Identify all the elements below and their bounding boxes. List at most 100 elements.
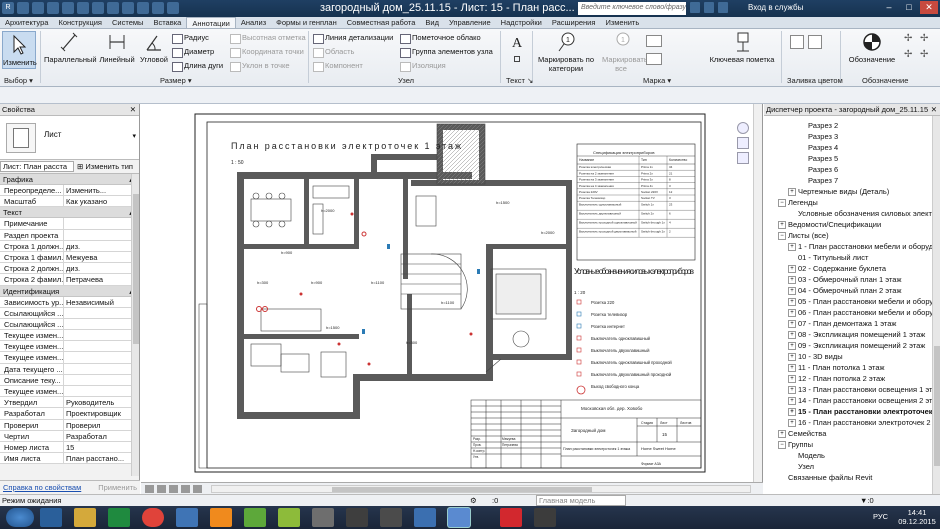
- browser-item[interactable]: +06 - План расстановки мебели и оборуд: [764, 307, 940, 318]
- span-direction-icon[interactable]: ✢: [904, 33, 916, 45]
- category-text[interactable]: Текст▴: [0, 207, 139, 219]
- browser-item[interactable]: Разрез 6: [764, 164, 940, 175]
- expand-icon[interactable]: −: [778, 441, 786, 450]
- linear-dimension-button[interactable]: Линейный: [98, 31, 136, 64]
- revit-app-icon[interactable]: R: [2, 2, 14, 14]
- steering-wheel-icon[interactable]: [737, 122, 749, 134]
- tag-by-category-button[interactable]: 1 Маркировать по категории: [536, 31, 596, 73]
- ribbon-tab[interactable]: Совместная работа: [342, 17, 421, 28]
- browser-item[interactable]: +03 - Обмерочный план 1 этаж: [764, 274, 940, 285]
- property-row[interactable]: Номер листа 15: [0, 441, 139, 454]
- property-value[interactable]: Разработал: [64, 431, 139, 441]
- expand-icon[interactable]: +: [788, 287, 796, 296]
- property-row[interactable]: Текущее измен...: [0, 330, 139, 342]
- property-row[interactable]: Описание теку...: [0, 374, 139, 386]
- properties-help-link[interactable]: Справка по свойствам: [3, 483, 81, 492]
- property-value[interactable]: диз.: [64, 263, 139, 273]
- property-row[interactable]: Строка 1 фамил... Межуева: [0, 251, 139, 264]
- instance-filter-dropdown[interactable]: Лист: План расста: [0, 161, 74, 172]
- property-value[interactable]: Изменить...: [64, 185, 139, 195]
- browser-item[interactable]: +16 - План расстановки электроточек 2 эт: [764, 417, 940, 428]
- radial-dimension-button[interactable]: Радиус: [172, 33, 209, 44]
- duct-legend-icon[interactable]: [790, 35, 804, 49]
- expand-icon[interactable]: +: [778, 430, 786, 439]
- insulation-button[interactable]: Изоляция: [400, 61, 446, 72]
- browser-item[interactable]: +12 - План потолка 2 этаж: [764, 373, 940, 384]
- drawing-area[interactable]: h=300 h=900 h=1100 h=2000 h=1500 h=300 h…: [141, 104, 763, 482]
- browser-item[interactable]: +08 - Экспликация помещений 1 этаж: [764, 329, 940, 340]
- pipe-legend-icon[interactable]: [808, 35, 822, 49]
- edit-type-button[interactable]: ⊞ Изменить тип: [74, 162, 133, 171]
- category-graphics[interactable]: Графика▴: [0, 174, 139, 185]
- text-icon[interactable]: [137, 2, 149, 14]
- property-value[interactable]: Руководитель: [64, 397, 139, 407]
- expand-icon[interactable]: +: [778, 221, 786, 230]
- expand-icon[interactable]: +: [788, 375, 796, 384]
- ribbon-tab[interactable]: Изменить: [600, 17, 644, 28]
- sun-path-icon[interactable]: [169, 485, 178, 493]
- symbol-button[interactable]: Обозначение: [844, 31, 900, 64]
- property-row[interactable]: Масштаб Как указано: [0, 196, 139, 208]
- detail-line-button[interactable]: Линия детализации: [313, 33, 393, 44]
- vlc-icon[interactable]: [210, 508, 232, 527]
- expand-icon[interactable]: +: [788, 298, 796, 307]
- ribbon-tab[interactable]: Конструкция: [53, 17, 107, 28]
- browser-item[interactable]: Разрез 7: [764, 175, 940, 186]
- filter-icon[interactable]: ▼:0: [860, 496, 874, 505]
- expand-icon[interactable]: +: [788, 364, 796, 373]
- revit-icon[interactable]: [414, 508, 436, 527]
- property-row[interactable]: Разработал Проектировщик: [0, 408, 139, 420]
- search-input[interactable]: Введите ключевое слово/фразу: [578, 2, 686, 15]
- detail-group-button[interactable]: Группа элементов узла: [400, 47, 493, 58]
- property-row[interactable]: Примечание: [0, 218, 139, 230]
- app-icon[interactable]: [346, 508, 368, 527]
- property-value[interactable]: Независимый: [64, 297, 139, 307]
- ribbon-tab[interactable]: Системы: [107, 17, 148, 28]
- ie-icon[interactable]: [40, 508, 62, 527]
- property-value[interactable]: [64, 308, 139, 318]
- property-value[interactable]: [64, 319, 139, 329]
- beam-annotation-icon[interactable]: ✢: [904, 49, 916, 61]
- ribbon-tab[interactable]: Аннотации: [186, 17, 236, 28]
- sheet-view[interactable]: h=300 h=900 h=1100 h=2000 h=1500 h=300 h…: [141, 104, 763, 482]
- acrobat-icon[interactable]: [500, 508, 522, 527]
- property-row[interactable]: Раздел проекта: [0, 229, 139, 241]
- property-row[interactable]: Дата текущего ...: [0, 363, 139, 375]
- section-icon[interactable]: [122, 2, 134, 14]
- property-value[interactable]: диз.: [64, 241, 139, 251]
- pan-icon[interactable]: [737, 152, 749, 164]
- thin-lines-icon[interactable]: [152, 2, 164, 14]
- sign-in-button[interactable]: Вход в службы: [748, 3, 803, 12]
- property-value[interactable]: Межуева: [64, 252, 139, 262]
- tag-all-button[interactable]: 1 Маркировать все: [602, 31, 648, 73]
- group-label-select[interactable]: Выбор ▾: [4, 76, 33, 85]
- subscription-icon[interactable]: [704, 2, 714, 13]
- property-value[interactable]: Проверил: [64, 420, 139, 430]
- browser-item[interactable]: Разрез 5: [764, 153, 940, 164]
- start-button[interactable]: [6, 508, 34, 527]
- properties-scrollbar[interactable]: [131, 174, 139, 476]
- browser-item[interactable]: Разрез 4: [764, 142, 940, 153]
- clock[interactable]: 14:41 09.12.2015: [895, 508, 939, 526]
- browser-item[interactable]: − Группы: [764, 439, 940, 450]
- worksets-icon[interactable]: ⚙: [470, 496, 477, 505]
- property-value[interactable]: [64, 341, 139, 351]
- type-selector[interactable]: Лист ▾: [0, 116, 139, 160]
- property-row[interactable]: Текущее измен...: [0, 352, 139, 364]
- stair-path-icon[interactable]: ✢: [920, 49, 932, 61]
- property-value[interactable]: Проектировщик: [64, 408, 139, 418]
- ribbon-tab[interactable]: Формы и генплан: [271, 17, 342, 28]
- language-indicator[interactable]: РУС: [873, 512, 888, 521]
- ribbon-tab[interactable]: Расширения: [547, 17, 601, 28]
- multi-category-tag-icon[interactable]: [646, 35, 662, 47]
- store-icon[interactable]: [108, 508, 130, 527]
- property-row[interactable]: Текущее измен...: [0, 341, 139, 353]
- ribbon-tab[interactable]: Управление: [444, 17, 496, 28]
- sketchup-icon[interactable]: [312, 508, 334, 527]
- spot-coordinate-button[interactable]: Координата точки: [230, 47, 304, 58]
- browser-item[interactable]: Разрез 3: [764, 131, 940, 142]
- expand-icon[interactable]: +: [788, 408, 796, 417]
- print-icon[interactable]: [77, 2, 89, 14]
- spelling-icon[interactable]: [514, 56, 520, 62]
- 3d-view-icon[interactable]: [107, 2, 119, 14]
